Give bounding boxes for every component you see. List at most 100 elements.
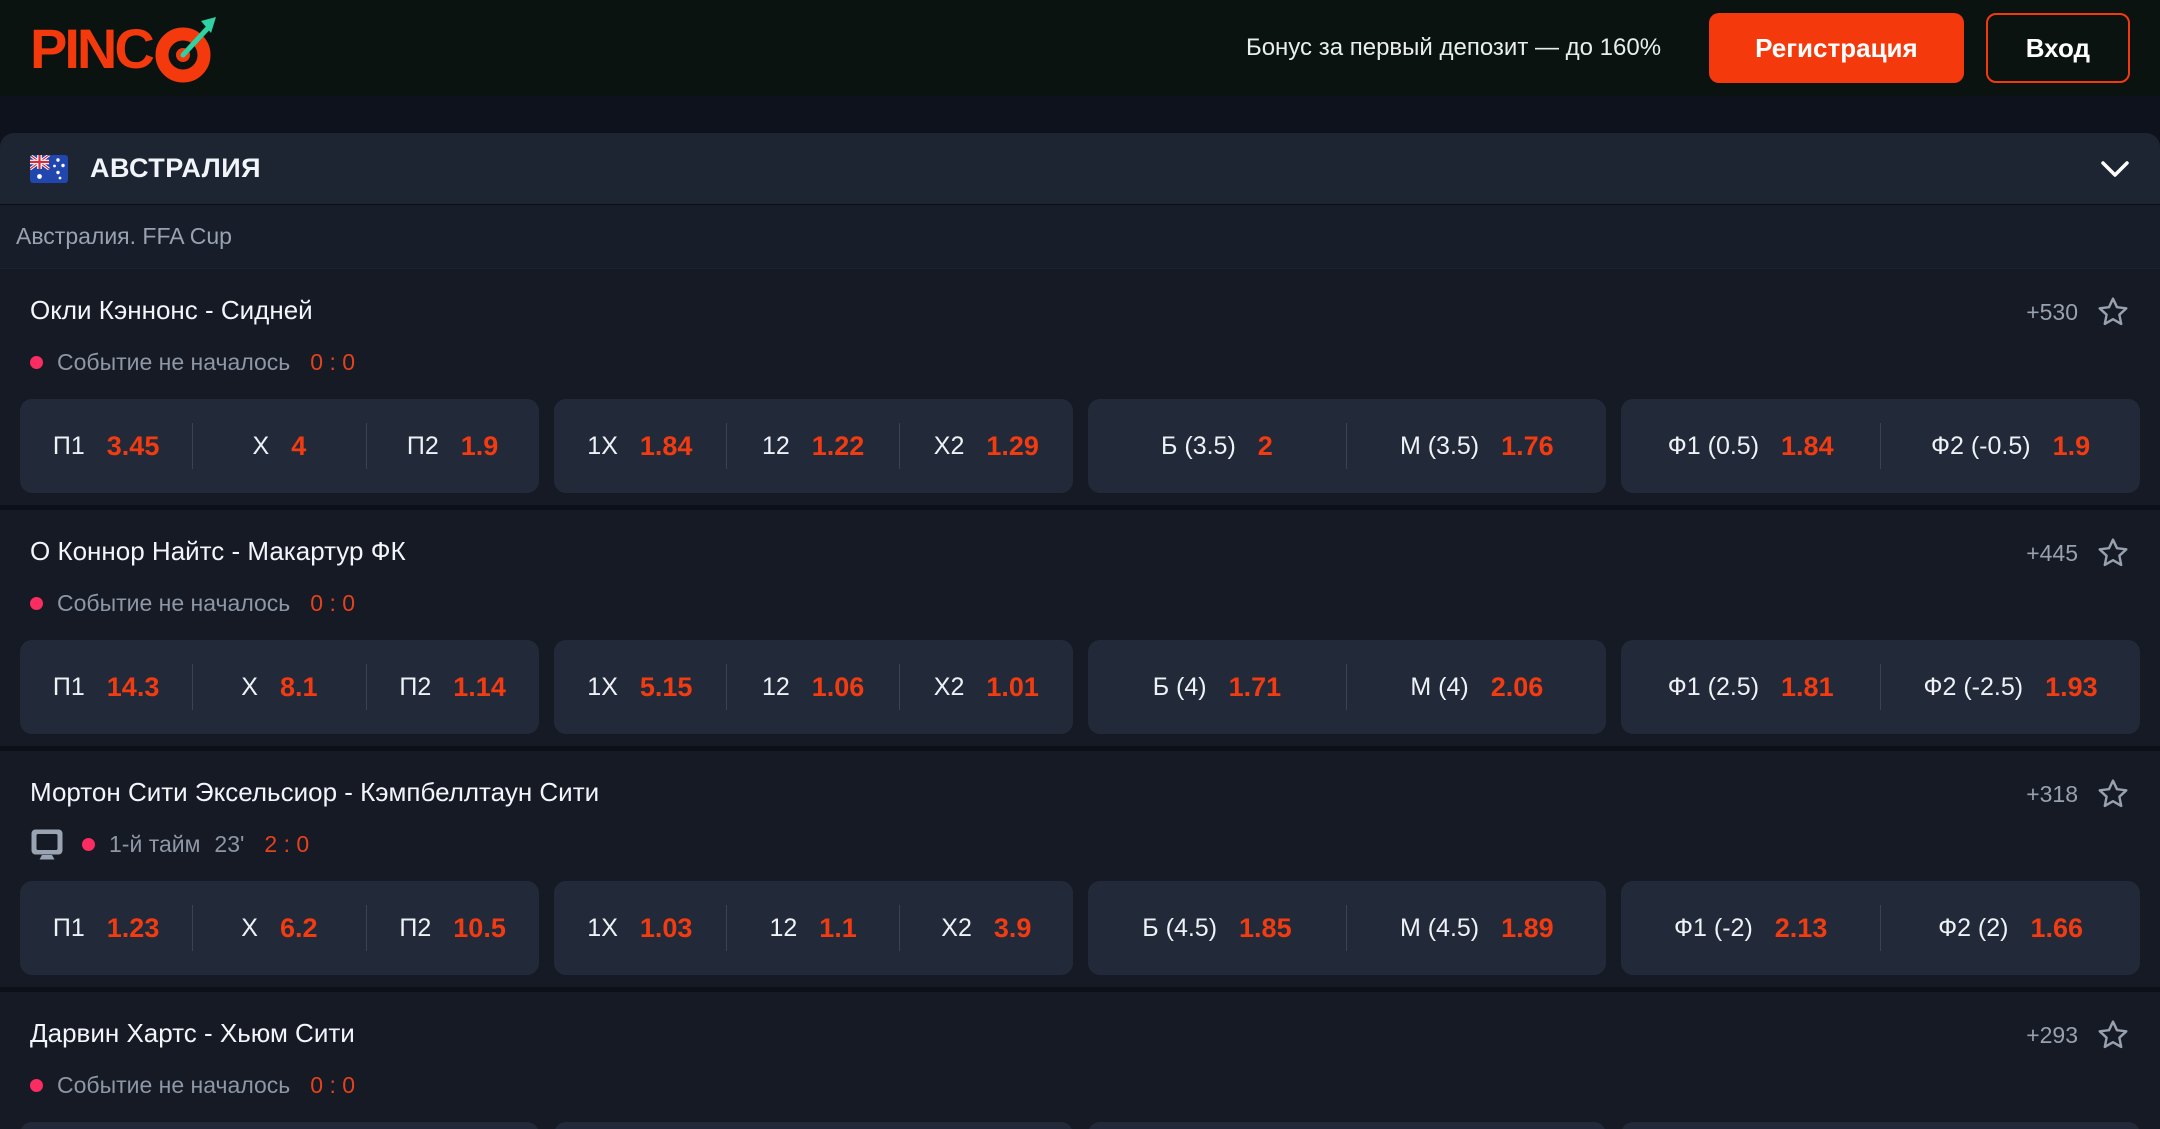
match-status-text: Событие не началось [57,589,291,616]
more-odds-count[interactable]: +530 [2026,299,2078,326]
odds-group: П1 3.45 X 4 П2 1.9 [20,399,539,493]
match-score: 0 : 0 [310,348,356,375]
odds-label: П2 [406,431,439,460]
odds-cell[interactable]: 121.01 [727,1122,899,1129]
odds-cell[interactable]: Ф2 (-2.5) 1.93 [1881,640,2140,734]
odds-cell[interactable]: П21.02 [367,1122,539,1129]
logo-text: PINC [30,16,155,80]
chevron-down-icon[interactable] [2100,160,2130,178]
bonus-banner-text: Бонус за первый депозит — до 160% [1245,34,1662,61]
favorite-star-icon[interactable] [2096,777,2130,811]
odds-cell[interactable]: Б (4) 1.71 [1088,640,1347,734]
match-status-text: Событие не началось [57,1071,291,1098]
match-title[interactable]: О Коннор Найтс - Макартур ФК [30,536,2026,567]
odds-cell[interactable]: X2 1.01 [900,640,1072,734]
odds-cell[interactable]: Ф2 (2) 1.66 [1881,881,2140,975]
odds-cell[interactable]: Ф1 (0.5) 1.84 [1621,399,1880,493]
more-odds-count[interactable]: +293 [2026,1022,2078,1049]
odds-cell[interactable]: Ф2 (-5)1.94 [1881,1122,2140,1129]
main-content: АВСТРАЛИЯ Австралия. FFA Cup Окли Кэннон… [0,133,2160,1129]
odds-value: 1.93 [2045,671,2098,702]
odds-value: 1.9 [2052,430,2091,461]
live-status-dot [30,1078,43,1092]
odds-cell[interactable]: М (3.5) 1.76 [1347,399,1606,493]
odds-label: П2 [399,913,432,942]
odds-cell[interactable]: X2 1.29 [900,399,1072,493]
odds-value: 1.9 [460,430,499,461]
odds-label: Ф1 (0.5) [1667,431,1760,460]
odds-cell[interactable]: М (4.5) 1.89 [1347,881,1606,975]
favorite-star-icon[interactable] [2096,536,2130,570]
odds-value: 1.14 [453,671,506,702]
odds-cell[interactable]: undefined [20,1122,192,1129]
odds-value: 3.9 [993,912,1032,943]
match-title[interactable]: Дарвин Хартс - Хьюм Сити [30,1018,2026,1049]
register-button[interactable]: Регистрация [1709,13,1964,83]
australia-flag-icon [30,154,68,183]
odds-value: 1.23 [106,912,160,943]
odds-label: 1X [587,913,618,942]
favorite-star-icon[interactable] [2096,1018,2130,1052]
top-header: PINC Бонус за первый депозит — до 160% Р… [0,0,2160,96]
odds-group: Б (4.5) 1.85 М (4.5) 1.89 [1087,881,1607,975]
odds-cell[interactable]: Ф2 (-0.5) 1.9 [1881,399,2140,493]
odds-label: X [252,431,270,460]
odds-label: X2 [933,431,965,460]
favorite-star-icon[interactable] [2096,295,2130,329]
more-odds-count[interactable]: +318 [2026,781,2078,808]
odds-cell[interactable]: 1X 5.15 [554,640,726,734]
odds-cell[interactable]: Ф1 (2.5) 1.81 [1621,640,1880,734]
odds-cell[interactable]: Б (5.5)1.73 [1088,1122,1347,1129]
live-status-dot [82,837,95,851]
match-title[interactable]: Мортон Сити Эксельсиор - Кэмпбеллтаун Си… [30,777,2026,808]
odds-label: М (3.5) [1399,431,1480,460]
odds-cell[interactable]: 12 1.06 [727,640,899,734]
odds-cell[interactable]: 12 1.1 [727,881,899,975]
odds-cell[interactable]: Б (4.5) 1.85 [1088,881,1347,975]
odds-value: 1.22 [811,430,865,461]
odds-cell[interactable]: undefined [554,1122,726,1129]
live-status-dot [30,355,43,369]
odds-label: М (4.5) [1399,913,1480,942]
odds-cell[interactable]: Ф1 (5)1.77 [1621,1122,1880,1129]
odds-cell[interactable]: Ф1 (-2) 2.13 [1621,881,1880,975]
odds-cell[interactable]: 1X 1.84 [554,399,726,493]
odds-group: Ф1 (-2) 2.13 Ф2 (2) 1.66 [1621,881,2140,975]
odds-cell[interactable]: undefined [900,1122,1072,1129]
odds-cell[interactable]: П2 1.14 [367,640,539,734]
login-button[interactable]: Вход [1985,13,2130,83]
match-status-row: Событие не началось 0 : 0 [30,586,2130,620]
odds-cell[interactable]: П2 1.9 [367,399,539,493]
odds-cell[interactable]: П1 14.3 [20,640,192,734]
odds-group: П1 14.3 X 8.1 П2 1.14 [20,640,539,734]
match-score: 0 : 0 [310,1071,356,1098]
odds-label: Б (4) [1152,672,1207,701]
odds-cell[interactable]: X 6.2 [193,881,365,975]
odds-cell[interactable]: П1 3.45 [20,399,192,493]
match-score: 0 : 0 [310,589,356,616]
odds-value: 3.45 [106,430,160,461]
odds-cell[interactable]: X2 3.9 [900,881,1072,975]
league-title: Австралия. FFA Cup [16,223,232,249]
pinco-logo[interactable]: PINC [30,13,216,83]
match-time: 23' [214,830,245,857]
odds-cell[interactable]: П2 10.5 [367,881,539,975]
odds-value: 1.71 [1228,671,1282,702]
odds-cell[interactable]: М (5.5)1.99 [1347,1122,1606,1129]
odds-value: 4 [291,430,307,461]
more-odds-count[interactable]: +445 [2026,540,2078,567]
odds-cell[interactable]: П1 1.23 [20,881,192,975]
odds-value: 10.5 [453,912,506,943]
odds-cell[interactable]: М (4) 2.06 [1347,640,1606,734]
odds-cell[interactable]: 1X 1.03 [554,881,726,975]
odds-cell[interactable]: 12 1.22 [727,399,899,493]
odds-cell[interactable]: X4 [193,399,365,493]
match-title[interactable]: Окли Кэннонс - Сидней [30,295,2026,326]
odds-cell[interactable]: X 8.1 [193,640,365,734]
country-section-header[interactable]: АВСТРАЛИЯ [0,133,2160,205]
odds-label: П1 [52,431,85,460]
odds-label: 1X [587,431,618,460]
odds-cell[interactable]: Б (3.5) 2 [1088,399,1347,493]
odds-label: X [241,672,258,701]
odds-cell[interactable]: undefined [193,1122,365,1129]
